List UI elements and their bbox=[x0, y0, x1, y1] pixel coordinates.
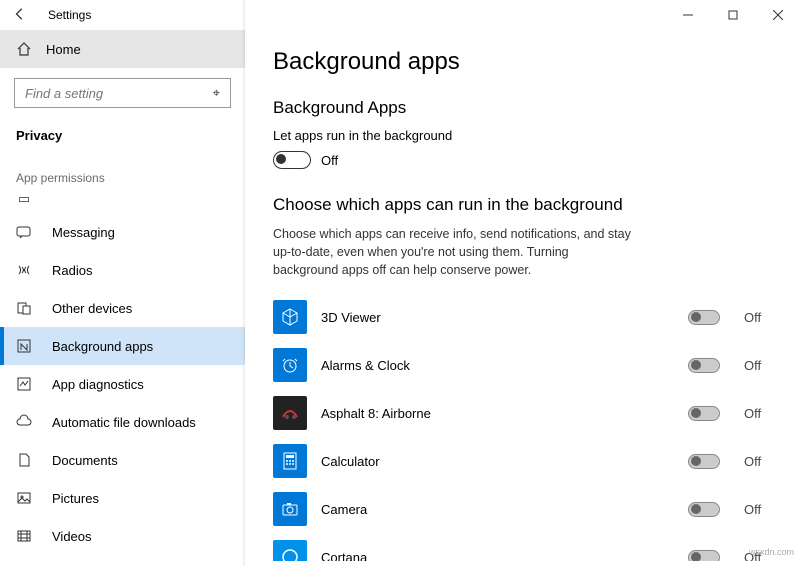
app-toggle-asphalt[interactable] bbox=[688, 406, 720, 421]
app-row-alarms-clock: Alarms & Clock Off bbox=[273, 341, 772, 389]
sidebar-item-videos[interactable]: Videos bbox=[0, 517, 245, 555]
app-toggle-state: Off bbox=[744, 502, 772, 517]
app-name: Alarms & Clock bbox=[321, 358, 674, 373]
section-heading-background-apps: Background Apps bbox=[273, 98, 772, 118]
app-row-cortana: Cortana Off bbox=[273, 533, 772, 561]
app-row-3d-viewer: 3D Viewer Off bbox=[273, 293, 772, 341]
app-toggle-state: Off bbox=[744, 454, 772, 469]
watermark: wsxdn.com bbox=[749, 547, 794, 557]
nav-label: Background apps bbox=[52, 339, 153, 354]
home-icon bbox=[16, 41, 32, 57]
master-toggle-state: Off bbox=[321, 153, 338, 168]
nav-label: Documents bbox=[52, 453, 118, 468]
sidebar-item-documents[interactable]: Documents bbox=[0, 441, 245, 479]
app-name: Calculator bbox=[321, 454, 674, 469]
sidebar-item-other-devices[interactable]: Other devices bbox=[0, 289, 245, 327]
app-toggle-state: Off bbox=[744, 358, 772, 373]
sidebar-item-messaging[interactable]: Messaging bbox=[0, 213, 245, 251]
home-label: Home bbox=[46, 42, 81, 57]
app-toggle-state: Off bbox=[744, 310, 772, 325]
app-toggle-cortana[interactable] bbox=[688, 550, 720, 561]
search-icon: ⌖ bbox=[213, 85, 220, 101]
nav-label: Videos bbox=[52, 529, 92, 544]
section-label: App permissions bbox=[0, 157, 245, 191]
content-pane: Background apps Background Apps Let apps… bbox=[245, 30, 800, 561]
sidebar-item-tasks[interactable]: ▭ Tasks bbox=[0, 191, 245, 213]
background-apps-icon bbox=[16, 338, 32, 354]
nav-label: Automatic file downloads bbox=[52, 415, 196, 430]
alarms-clock-icon bbox=[273, 348, 307, 382]
app-toggle-calculator[interactable] bbox=[688, 454, 720, 469]
window-controls bbox=[665, 0, 800, 30]
app-toggle-camera[interactable] bbox=[688, 502, 720, 517]
3d-viewer-icon bbox=[273, 300, 307, 334]
documents-icon bbox=[16, 452, 32, 468]
pictures-icon bbox=[16, 490, 32, 506]
master-toggle-label: Let apps run in the background bbox=[273, 128, 772, 143]
sidebar-item-radios[interactable]: Radios bbox=[0, 251, 245, 289]
nav-label: Messaging bbox=[52, 225, 115, 240]
videos-icon bbox=[16, 528, 32, 544]
sidebar: Home ⌖ Privacy App permissions ▭ Tasks M… bbox=[0, 30, 245, 561]
sidebar-item-background-apps[interactable]: Background apps bbox=[0, 327, 245, 365]
maximize-button[interactable] bbox=[710, 0, 755, 30]
sidebar-item-pictures[interactable]: Pictures bbox=[0, 479, 245, 517]
app-row-calculator: Calculator Off bbox=[273, 437, 772, 485]
section-heading-choose-apps: Choose which apps can run in the backgro… bbox=[273, 195, 772, 215]
nav-label: Pictures bbox=[52, 491, 99, 506]
window-title: Settings bbox=[40, 8, 91, 22]
app-toggle-3d-viewer[interactable] bbox=[688, 310, 720, 325]
other-devices-icon bbox=[16, 300, 32, 316]
back-button[interactable] bbox=[0, 7, 40, 24]
close-button[interactable] bbox=[755, 0, 800, 30]
app-row-asphalt: Asphalt 8: Airborne Off bbox=[273, 389, 772, 437]
app-name: Asphalt 8: Airborne bbox=[321, 406, 674, 421]
category-header[interactable]: Privacy bbox=[0, 116, 245, 157]
app-name: Cortana bbox=[321, 550, 674, 561]
app-name: 3D Viewer bbox=[321, 310, 674, 325]
minimize-button[interactable] bbox=[665, 0, 710, 30]
page-title: Background apps bbox=[273, 48, 772, 76]
calculator-icon bbox=[273, 444, 307, 478]
app-toggle-state: Off bbox=[744, 406, 772, 421]
cloud-download-icon bbox=[16, 414, 32, 430]
app-toggle-alarms-clock[interactable] bbox=[688, 358, 720, 373]
sidebar-item-app-diagnostics[interactable]: App diagnostics bbox=[0, 365, 245, 403]
section-description: Choose which apps can receive info, send… bbox=[273, 225, 633, 279]
nav-list: ▭ Tasks Messaging Radios Other devices B… bbox=[0, 191, 245, 561]
camera-icon bbox=[273, 492, 307, 526]
titlebar: Settings bbox=[0, 0, 800, 30]
nav-label: Other devices bbox=[52, 301, 132, 316]
radios-icon bbox=[16, 262, 32, 278]
tasks-icon: ▭ bbox=[16, 191, 32, 207]
app-diagnostics-icon bbox=[16, 376, 32, 392]
cortana-icon bbox=[273, 540, 307, 561]
home-button[interactable]: Home bbox=[0, 30, 245, 68]
messaging-icon bbox=[16, 224, 32, 240]
app-row-camera: Camera Off bbox=[273, 485, 772, 533]
master-toggle[interactable] bbox=[273, 151, 311, 169]
app-name: Camera bbox=[321, 502, 674, 517]
nav-label: App diagnostics bbox=[52, 377, 144, 392]
asphalt-icon bbox=[273, 396, 307, 430]
nav-label: Radios bbox=[52, 263, 92, 278]
search-field[interactable] bbox=[25, 86, 213, 101]
search-input[interactable]: ⌖ bbox=[14, 78, 231, 108]
sidebar-item-automatic-file-downloads[interactable]: Automatic file downloads bbox=[0, 403, 245, 441]
